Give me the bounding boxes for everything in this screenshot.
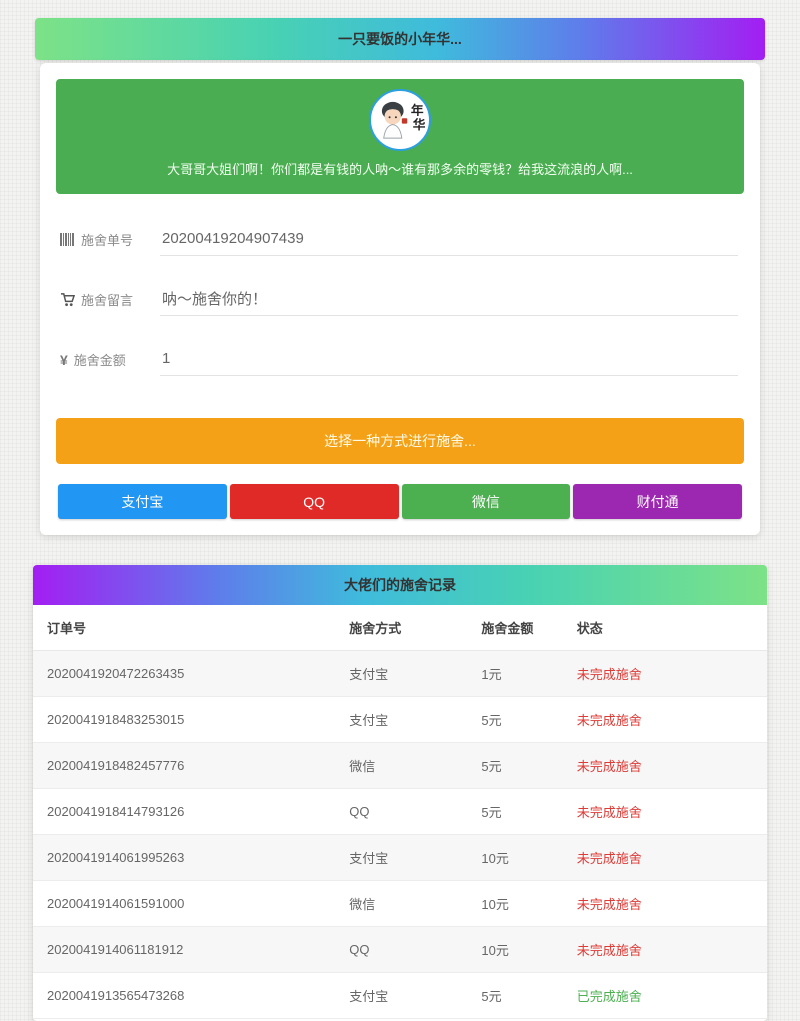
yen-icon: ¥: [60, 352, 68, 368]
message-label-group: 施舍留言: [60, 290, 160, 316]
field-order-number: 施舍单号: [60, 226, 738, 256]
cell-method: 支付宝: [341, 835, 473, 881]
page-header: 一只要饭的小年华...: [35, 18, 765, 60]
cell-amount: 5元: [473, 697, 568, 743]
cell-method: 微信: [341, 743, 473, 789]
cart-icon: [60, 293, 75, 307]
col-order-number: 订单号: [33, 605, 341, 651]
avatar-illustration: 年 华: [371, 91, 429, 149]
page-title: 一只要饭的小年华...: [338, 29, 462, 49]
table-row: 2020041914061995263 支付宝 10元 未完成施舍: [33, 835, 767, 881]
status-badge: 未完成施舍: [569, 697, 767, 743]
status-badge: 未完成施舍: [569, 881, 767, 927]
cell-amount: 10元: [473, 835, 568, 881]
records-card: 大佬们的施舍记录 订单号 施舍方式 施舍金额 状态 20200419204722…: [33, 565, 767, 1021]
col-status: 状态: [569, 605, 767, 651]
cell-amount: 5元: [473, 789, 568, 835]
table-row: 2020041914061591000 微信 10元 未完成施舍: [33, 881, 767, 927]
svg-text:华: 华: [413, 117, 426, 132]
cell-amount: 5元: [473, 743, 568, 789]
payment-methods: 支付宝 QQ 微信 财付通: [58, 484, 742, 519]
order-number-input[interactable]: [160, 226, 738, 256]
cell-order-number: 2020041920472263435: [33, 651, 341, 697]
table-row: 2020041918483253015 支付宝 5元 未完成施舍: [33, 697, 767, 743]
pay-alipay-button[interactable]: 支付宝: [58, 484, 227, 519]
cell-order-number: 2020041914061995263: [33, 835, 341, 881]
cell-method: 支付宝: [341, 973, 473, 1019]
pay-qq-button[interactable]: QQ: [230, 484, 399, 519]
donate-card: 年 华 大哥哥大姐们啊！你们都是有钱的人呐～谁有那多余的零钱？给我这流浪的人啊.…: [40, 63, 760, 535]
cell-order-number: 2020041918482457776: [33, 743, 341, 789]
cell-order-number: 2020041918483253015: [33, 697, 341, 743]
cell-order-number: 2020041913565473268: [33, 973, 341, 1019]
plea-message: 大哥哥大姐们啊！你们都是有钱的人呐～谁有那多余的零钱？给我这流浪的人啊...: [80, 159, 720, 178]
order-number-label: 施舍单号: [81, 230, 133, 249]
cell-order-number: 2020041914061181912: [33, 927, 341, 973]
status-badge: 未完成施舍: [569, 651, 767, 697]
cell-amount: 1元: [473, 651, 568, 697]
cell-amount: 10元: [473, 927, 568, 973]
records-table-header-row: 订单号 施舍方式 施舍金额 状态: [33, 605, 767, 651]
table-row: 2020041914061181912 QQ 10元 未完成施舍: [33, 927, 767, 973]
status-badge: 未完成施舍: [569, 743, 767, 789]
message-label: 施舍留言: [81, 290, 133, 309]
cell-order-number: 2020041914061591000: [33, 881, 341, 927]
status-badge: 未完成施舍: [569, 927, 767, 973]
cell-method: QQ: [341, 927, 473, 973]
records-table-body: 2020041920472263435 支付宝 1元 未完成施舍 2020041…: [33, 651, 767, 1019]
status-badge: 未完成施舍: [569, 789, 767, 835]
cell-amount: 5元: [473, 973, 568, 1019]
records-table: 订单号 施舍方式 施舍金额 状态 2020041920472263435 支付宝…: [33, 605, 767, 1019]
table-row: 2020041918482457776 微信 5元 未完成施舍: [33, 743, 767, 789]
plea-banner: 年 华 大哥哥大姐们啊！你们都是有钱的人呐～谁有那多余的零钱？给我这流浪的人啊.…: [56, 79, 744, 194]
field-amount: ¥ 施舍金额: [60, 346, 738, 376]
donate-form: 施舍单号 施舍留言 ¥ 施舍金额: [56, 194, 744, 408]
order-number-label-group: 施舍单号: [60, 230, 160, 256]
pay-wechat-button[interactable]: 微信: [402, 484, 571, 519]
cell-order-number: 2020041918414793126: [33, 789, 341, 835]
amount-label-group: ¥ 施舍金额: [60, 350, 160, 376]
svg-text:年: 年: [411, 103, 424, 118]
amount-label: 施舍金额: [74, 350, 126, 369]
cell-method: 微信: [341, 881, 473, 927]
status-badge: 已完成施舍: [569, 973, 767, 1019]
table-row: 2020041920472263435 支付宝 1元 未完成施舍: [33, 651, 767, 697]
barcode-icon: [60, 233, 75, 246]
cell-amount: 10元: [473, 881, 568, 927]
cell-method: QQ: [341, 789, 473, 835]
choose-method-button[interactable]: 选择一种方式进行施舍...: [56, 418, 744, 464]
status-badge: 未完成施舍: [569, 835, 767, 881]
records-title: 大佬们的施舍记录: [344, 575, 456, 595]
amount-input[interactable]: [160, 346, 738, 376]
records-header: 大佬们的施舍记录: [33, 565, 767, 605]
table-row: 2020041918414793126 QQ 5元 未完成施舍: [33, 789, 767, 835]
pay-tenpay-button[interactable]: 财付通: [573, 484, 742, 519]
table-row: 2020041913565473268 支付宝 5元 已完成施舍: [33, 973, 767, 1019]
page-background: { "header": { "title": "一只要饭的小年华..." }, …: [0, 18, 800, 976]
col-amount: 施舍金额: [473, 605, 568, 651]
message-input[interactable]: [160, 286, 738, 316]
cell-method: 支付宝: [341, 697, 473, 743]
avatar: 年 华: [369, 89, 431, 151]
cell-method: 支付宝: [341, 651, 473, 697]
col-method: 施舍方式: [341, 605, 473, 651]
field-message: 施舍留言: [60, 286, 738, 316]
